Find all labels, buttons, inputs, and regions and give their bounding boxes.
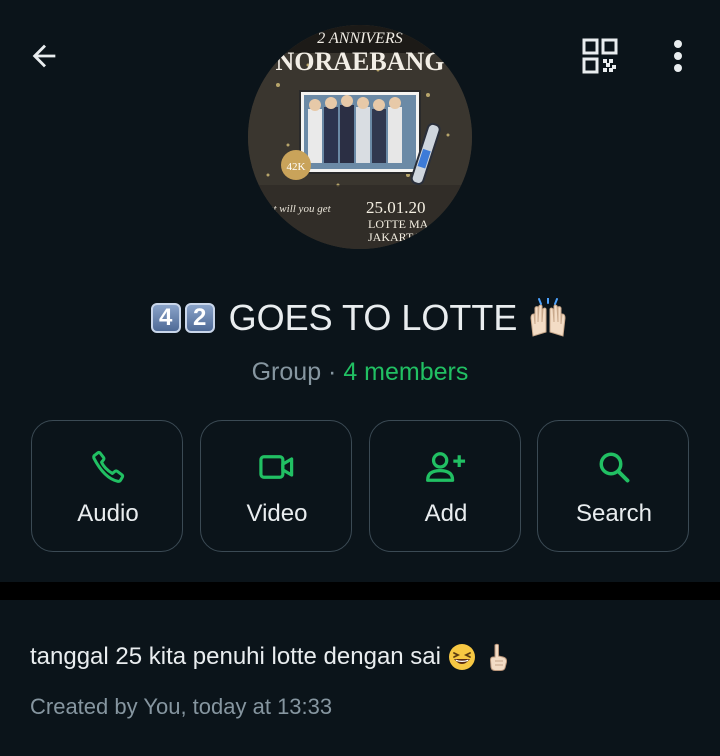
arrow-left-icon xyxy=(32,44,56,68)
avatar-date: 25.01.20 xyxy=(366,198,426,217)
add-person-icon xyxy=(426,452,466,482)
search-icon xyxy=(599,452,630,483)
avatar-title-line2: NORAEBANG xyxy=(275,47,444,76)
index-pointing-up-emoji-icon xyxy=(489,643,508,671)
group-description-card[interactable] xyxy=(0,600,720,756)
quick-actions-row: Audio Video Add Search xyxy=(31,420,689,552)
grinning-squinting-face-emoji-icon xyxy=(449,644,475,670)
keycap-emoji-4: 4 xyxy=(150,303,181,333)
avatar-venue2: JAKARTA xyxy=(368,230,421,244)
avatar-image: 2 ANNIVERS NORAEBANG 42K at will you get… xyxy=(248,25,472,249)
group-description-text: tanggal 25 kita penuhi lotte dengan sai xyxy=(30,643,441,670)
video-call-button[interactable]: Video xyxy=(200,420,352,552)
keycap-emoji-2: 2 xyxy=(184,303,215,333)
avatar-title-line1: 2 ANNIVERS xyxy=(317,30,402,47)
video-camera-icon xyxy=(259,455,294,479)
group-subtitle: Group · 4 members xyxy=(0,355,720,389)
created-info: Created by You, today at 13:33 xyxy=(30,694,333,719)
search-label: Search xyxy=(575,500,653,527)
group-description[interactable]: tanggal 25 kita penuhi lotte dengan sai xyxy=(30,640,513,674)
group-info-screen: 2 ANNIVERS NORAEBANG 42K at will you get… xyxy=(0,0,720,756)
audio-label: Audio xyxy=(77,500,139,527)
search-button[interactable]: Search xyxy=(537,420,689,552)
members-count-link[interactable]: 4 members xyxy=(343,358,468,386)
more-vertical-icon xyxy=(674,40,682,72)
group-type-label: Group xyxy=(251,358,322,386)
qr-code-button[interactable] xyxy=(578,34,622,78)
group-avatar[interactable]: 2 ANNIVERS NORAEBANG 42K at will you get… xyxy=(248,25,472,249)
group-name-text: GOES TO LOTTE xyxy=(228,297,518,338)
raising-hands-emoji-icon xyxy=(530,298,566,337)
add-member-button[interactable]: Add xyxy=(369,420,521,552)
group-header-card: 2 ANNIVERS NORAEBANG 42K at will you get… xyxy=(0,0,720,582)
video-label: Video xyxy=(246,500,308,527)
avatar-slogan: at will you get xyxy=(268,203,332,215)
avatar-badge: 42K xyxy=(287,161,306,173)
avatar-venue1: LOTTE MA xyxy=(368,217,429,231)
subtitle-separator: · xyxy=(328,358,337,386)
add-label: Add xyxy=(424,500,468,527)
qr-code-icon xyxy=(582,38,618,74)
audio-call-button[interactable]: Audio xyxy=(31,420,183,552)
back-button[interactable] xyxy=(24,36,64,76)
group-name: 4 2 GOES TO LOTTE xyxy=(0,292,720,344)
phone-icon xyxy=(92,450,125,483)
more-options-button[interactable] xyxy=(658,34,698,78)
